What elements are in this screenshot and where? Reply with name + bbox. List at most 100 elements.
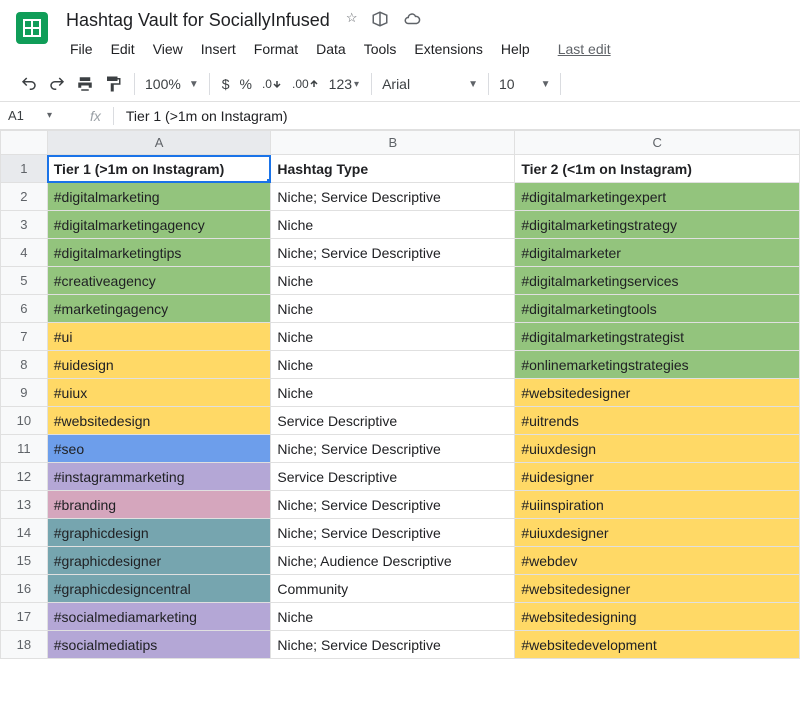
cell[interactable]: #uiux <box>47 379 271 407</box>
print-icon[interactable] <box>76 75 94 93</box>
cell[interactable]: Niche <box>271 323 515 351</box>
row-header[interactable]: 14 <box>1 519 48 547</box>
cell[interactable]: #websitedesigner <box>515 379 800 407</box>
move-icon[interactable] <box>371 10 389 31</box>
star-icon[interactable]: ☆ <box>346 10 358 31</box>
cell[interactable]: #digitalmarketingtools <box>515 295 800 323</box>
format-currency-button[interactable]: $ <box>222 76 230 92</box>
cell[interactable]: #websitedevelopment <box>515 631 800 659</box>
document-title[interactable]: Hashtag Vault for SociallyInfused <box>62 8 334 33</box>
cell[interactable]: Niche; Service Descriptive <box>271 435 515 463</box>
cell[interactable]: Niche; Audience Descriptive <box>271 547 515 575</box>
menu-insert[interactable]: Insert <box>193 37 244 61</box>
row-header[interactable]: 7 <box>1 323 48 351</box>
cell[interactable]: #creativeagency <box>47 267 271 295</box>
cell[interactable]: #uiuxdesigner <box>515 519 800 547</box>
row-header[interactable]: 18 <box>1 631 48 659</box>
cell[interactable]: Niche <box>271 211 515 239</box>
cell[interactable]: Community <box>271 575 515 603</box>
cell[interactable]: Niche <box>271 379 515 407</box>
row-header[interactable]: 13 <box>1 491 48 519</box>
cell[interactable]: #onlinemarketingstrategies <box>515 351 800 379</box>
menu-format[interactable]: Format <box>246 37 306 61</box>
row-header[interactable]: 4 <box>1 239 48 267</box>
redo-icon[interactable] <box>48 75 66 93</box>
more-formats-button[interactable]: 123▾ <box>329 76 359 92</box>
cell[interactable]: Niche; Service Descriptive <box>271 239 515 267</box>
menu-data[interactable]: Data <box>308 37 354 61</box>
cell[interactable]: #digitalmarketer <box>515 239 800 267</box>
cell[interactable]: #instagrammarketing <box>47 463 271 491</box>
cell[interactable]: #graphicdesign <box>47 519 271 547</box>
decrease-decimal-button[interactable]: .0 <box>262 77 282 91</box>
cell[interactable]: #digitalmarketing <box>47 183 271 211</box>
cell[interactable]: Niche <box>271 351 515 379</box>
row-header[interactable]: 1 <box>1 155 48 183</box>
row-header[interactable]: 2 <box>1 183 48 211</box>
name-box[interactable]: A1▾ <box>0 108 60 123</box>
row-header[interactable]: 9 <box>1 379 48 407</box>
cell[interactable]: Hashtag Type <box>271 155 515 183</box>
row-header[interactable]: 6 <box>1 295 48 323</box>
cell[interactable]: Service Descriptive <box>271 463 515 491</box>
zoom-select[interactable]: 100%▼ <box>139 74 205 94</box>
increase-decimal-button[interactable]: .00 <box>292 77 319 91</box>
cell[interactable]: #websitedesigning <box>515 603 800 631</box>
last-edit-link[interactable]: Last edit <box>550 37 619 61</box>
cell[interactable]: Niche <box>271 603 515 631</box>
spreadsheet-grid[interactable]: A B C 1Tier 1 (>1m on Instagram)Hashtag … <box>0 130 800 659</box>
row-header[interactable]: 5 <box>1 267 48 295</box>
cloud-icon[interactable] <box>403 10 421 31</box>
font-size-select[interactable]: 10▼ <box>493 74 556 94</box>
cell[interactable]: Niche; Service Descriptive <box>271 631 515 659</box>
cell[interactable]: #digitalmarketingexpert <box>515 183 800 211</box>
cell[interactable]: #socialmediatips <box>47 631 271 659</box>
cell[interactable]: #uidesigner <box>515 463 800 491</box>
cell[interactable]: Niche <box>271 267 515 295</box>
cell[interactable]: #digitalmarketingagency <box>47 211 271 239</box>
cell[interactable]: Niche; Service Descriptive <box>271 491 515 519</box>
cell[interactable]: #digitalmarketingservices <box>515 267 800 295</box>
cell[interactable]: Service Descriptive <box>271 407 515 435</box>
row-header[interactable]: 12 <box>1 463 48 491</box>
cell[interactable]: #webdev <box>515 547 800 575</box>
row-header[interactable]: 11 <box>1 435 48 463</box>
format-percent-button[interactable]: % <box>240 76 252 92</box>
cell[interactable]: Niche <box>271 295 515 323</box>
cell[interactable]: #uiinspiration <box>515 491 800 519</box>
cell[interactable]: #uitrends <box>515 407 800 435</box>
row-header[interactable]: 10 <box>1 407 48 435</box>
cell[interactable]: #uidesign <box>47 351 271 379</box>
menu-file[interactable]: File <box>62 37 101 61</box>
menu-view[interactable]: View <box>145 37 191 61</box>
cell[interactable]: #digitalmarketingstrategist <box>515 323 800 351</box>
cell[interactable]: Tier 2 (<1m on Instagram) <box>515 155 800 183</box>
cell[interactable]: #digitalmarketingtips <box>47 239 271 267</box>
row-header[interactable]: 3 <box>1 211 48 239</box>
cell[interactable]: #uiuxdesign <box>515 435 800 463</box>
row-header[interactable]: 8 <box>1 351 48 379</box>
cell[interactable]: #graphicdesigner <box>47 547 271 575</box>
font-select[interactable]: Arial▼ <box>376 74 484 94</box>
paint-format-icon[interactable] <box>104 75 122 93</box>
undo-icon[interactable] <box>20 75 38 93</box>
row-header[interactable]: 16 <box>1 575 48 603</box>
column-header-a[interactable]: A <box>47 131 271 155</box>
column-header-c[interactable]: C <box>515 131 800 155</box>
cell[interactable]: #ui <box>47 323 271 351</box>
cell[interactable]: #branding <box>47 491 271 519</box>
menu-tools[interactable]: Tools <box>356 37 405 61</box>
cell[interactable]: #graphicdesigncentral <box>47 575 271 603</box>
row-header[interactable]: 15 <box>1 547 48 575</box>
cell[interactable]: #digitalmarketingstrategy <box>515 211 800 239</box>
menu-help[interactable]: Help <box>493 37 538 61</box>
cell[interactable]: Niche; Service Descriptive <box>271 519 515 547</box>
cell[interactable]: #socialmediamarketing <box>47 603 271 631</box>
formula-bar[interactable]: Tier 1 (>1m on Instagram) <box>126 108 288 124</box>
cell[interactable]: #websitedesign <box>47 407 271 435</box>
cell[interactable]: Niche; Service Descriptive <box>271 183 515 211</box>
cell[interactable]: #marketingagency <box>47 295 271 323</box>
cell[interactable]: #seo <box>47 435 271 463</box>
cell[interactable]: Tier 1 (>1m on Instagram) <box>47 155 271 183</box>
select-all-corner[interactable] <box>1 131 48 155</box>
